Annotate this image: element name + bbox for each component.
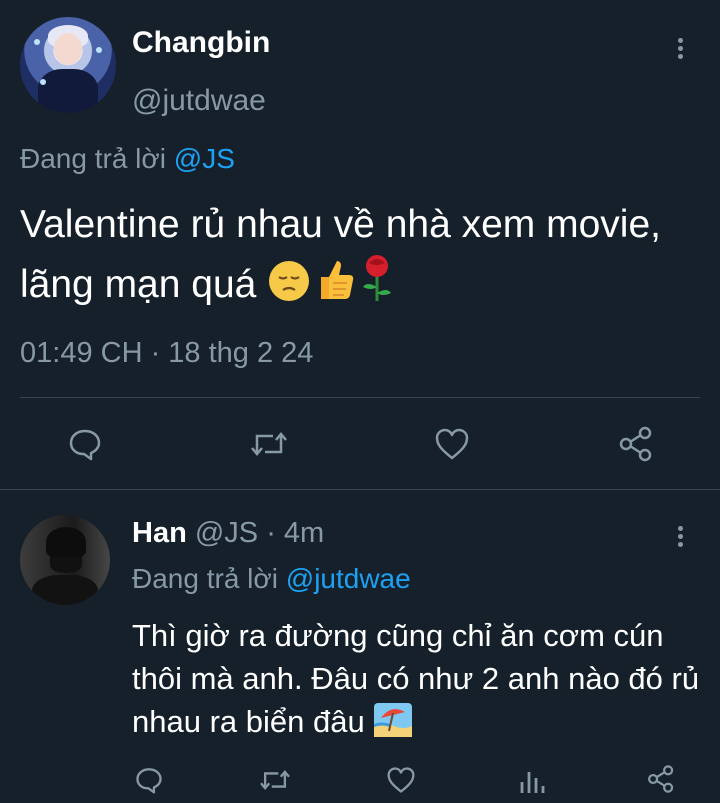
author-handle[interactable]: @JS <box>195 517 258 549</box>
divider <box>0 489 720 490</box>
divider <box>20 397 700 398</box>
beach-with-umbrella-icon <box>373 702 413 749</box>
replying-prefix: Đang trả lời <box>132 563 286 594</box>
more-options-icon[interactable] <box>672 34 690 64</box>
reply-icon[interactable] <box>135 766 163 794</box>
replying-to-line: Đang trả lời @JS <box>20 143 235 175</box>
share-icon[interactable] <box>617 425 655 463</box>
avatar-body <box>32 575 98 605</box>
avatar[interactable] <box>20 515 110 605</box>
avatar-sparkle <box>40 79 46 85</box>
author-name[interactable]: Changbin <box>132 26 270 60</box>
avatar[interactable] <box>20 17 116 113</box>
avatar-body <box>38 69 98 113</box>
replying-to-line: Đang trả lời @jutdwae <box>132 563 411 595</box>
avatar-face <box>54 33 82 65</box>
avatar-hair <box>46 527 86 557</box>
avatar-sparkle <box>34 39 40 45</box>
time-ago: · 4m <box>266 517 325 549</box>
pensive-face-icon <box>267 259 311 319</box>
like-icon[interactable] <box>386 766 416 794</box>
reply-header: Han @JS · 4m <box>132 517 324 550</box>
share-icon[interactable] <box>646 764 676 794</box>
avatar-sparkle <box>96 47 102 53</box>
tweet-timestamp[interactable]: 01:49 CH · 18 thg 2 24 <box>20 337 313 370</box>
avatar-mask <box>50 555 82 573</box>
tweet-text: Valentine rủ nhau về nhà xem movie, lãng… <box>20 197 700 319</box>
retweet-icon[interactable] <box>258 766 292 794</box>
mention-link[interactable]: @jutdwae <box>286 563 411 594</box>
retweet-icon[interactable] <box>249 427 289 461</box>
more-options-icon[interactable] <box>672 522 690 552</box>
like-icon[interactable] <box>434 427 470 461</box>
mention-link[interactable]: @JS <box>174 143 235 174</box>
rose-icon <box>355 253 399 319</box>
reply-icon[interactable] <box>68 427 102 461</box>
reply-body: Thì giờ ra đường cũng chỉ ăn cơm cún thô… <box>132 618 700 739</box>
thumbs-up-icon <box>311 255 355 319</box>
reply-text: Thì giờ ra đường cũng chỉ ăn cơm cún thô… <box>132 614 702 749</box>
analytics-icon[interactable] <box>519 766 545 794</box>
author-handle[interactable]: @jutdwae <box>132 84 266 118</box>
replying-prefix: Đang trả lời <box>20 143 174 174</box>
author-name[interactable]: Han <box>132 517 187 549</box>
